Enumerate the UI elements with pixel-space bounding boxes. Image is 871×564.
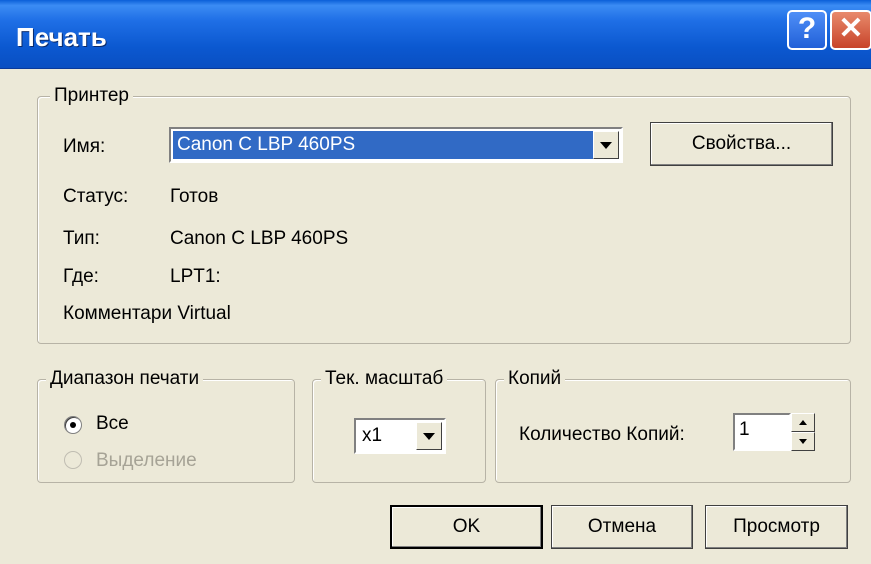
type-value: Canon C LBP 460PS [170, 228, 349, 249]
range-selection-radio[interactable] [64, 451, 82, 469]
chevron-down-icon [423, 432, 435, 440]
print-dialog: Печать ? ✕ Принтер Имя: Canon C LBP 460P… [0, 0, 871, 564]
arrow-up-icon [799, 420, 807, 425]
copies-count-label: Количество Копий: [519, 424, 685, 445]
range-selection-label[interactable]: Выделение [96, 450, 197, 472]
where-label: Где: [63, 266, 99, 287]
chevron-down-icon [600, 141, 612, 149]
copies-up-button[interactable] [791, 413, 815, 432]
print-range-legend: Диапазон печати [46, 368, 204, 390]
close-icon: ✕ [838, 12, 864, 45]
scale-value: x1 [362, 425, 383, 446]
close-button[interactable]: ✕ [830, 10, 871, 50]
scale-dropdown-button[interactable] [416, 422, 442, 450]
window-title: Печать [16, 22, 107, 52]
printer-name-label: Имя: [63, 136, 106, 157]
comment-text: Комментари Virtual [63, 303, 231, 324]
arrow-down-icon [799, 439, 807, 444]
scale-select[interactable]: x1 [354, 418, 446, 454]
title-bar[interactable]: Печать ? ✕ [0, 0, 871, 69]
type-label: Тип: [63, 228, 100, 249]
printer-group-legend: Принтер [50, 85, 133, 107]
copies-down-button[interactable] [791, 432, 815, 451]
printer-name-select[interactable]: Canon C LBP 460PS [169, 127, 623, 163]
printer-name-dropdown-button[interactable] [593, 131, 619, 159]
copies-legend: Копий [504, 368, 566, 390]
preview-button[interactable]: Просмотр [705, 505, 848, 549]
scale-legend: Тек. масштаб [321, 368, 448, 390]
status-value: Готов [170, 186, 219, 207]
range-all-radio[interactable] [64, 416, 82, 434]
cancel-button[interactable]: Отмена [551, 505, 693, 549]
range-all-label[interactable]: Все [96, 413, 129, 435]
status-label: Статус: [63, 186, 129, 207]
properties-button[interactable]: Свойства... [650, 122, 833, 166]
help-button[interactable]: ? [787, 10, 827, 50]
where-value: LPT1: [170, 266, 221, 287]
copies-count-input[interactable]: 1 [733, 413, 791, 451]
printer-name-value: Canon C LBP 460PS [173, 131, 593, 159]
ok-button[interactable]: OK [390, 505, 543, 549]
help-icon: ? [797, 12, 817, 45]
